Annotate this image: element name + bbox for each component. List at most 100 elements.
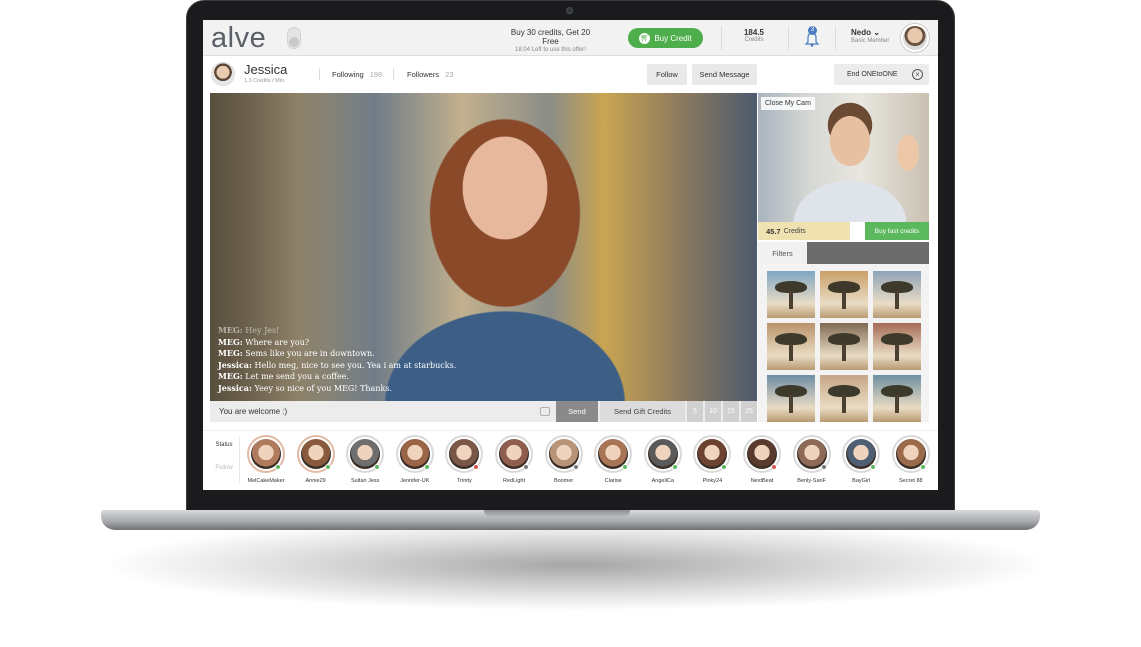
main-video-feed: MEG: Hey Jes! MEG: Where are you? MEG: Sem… [210,93,757,401]
gift-amount-15[interactable]: 15 [723,401,739,422]
toggle-icon[interactable] [287,27,301,49]
profile-card[interactable]: Boomer [539,435,589,490]
notifications-button[interactable]: 3 [805,26,819,47]
profile-card-name: Boomer [553,478,574,484]
chat-sender: MEG: [218,336,243,347]
buy-fast-credits-button[interactable]: Buy fast credits [865,222,929,240]
camera-icon[interactable] [540,407,550,416]
chat-message: MEG: Hey Jes! [218,325,478,337]
profile-card[interactable]: NextBeat [737,435,787,490]
gift-amount-25[interactable]: 25 [741,401,757,422]
profile-bar: Jessica 1.3 Credits / Min. Following 198 … [203,56,938,92]
profile-card[interactable]: Annie29 [291,435,341,490]
profile-card-name: Benly-SanF [797,478,826,484]
chat-sender: Jessica: [218,359,252,370]
buy-credit-button[interactable]: 🛒︎ Buy Credit [628,28,703,48]
profile-card[interactable]: MelCakeMaker [241,435,291,490]
user-menu[interactable]: Nedo ⌄ Basic Member [851,28,889,44]
filter-thumbnail[interactable] [820,323,868,370]
profile-avatar[interactable] [211,62,235,86]
divider [239,437,240,483]
tab-filters[interactable]: Filters [758,242,807,264]
app-screen: alve Buy 30 credits, Get 20 Free 18:04 L… [203,20,938,490]
divider [393,68,394,80]
profile-card[interactable]: Pinky24 [687,435,737,490]
laptop-notch [484,510,630,517]
profile-card[interactable]: AngeliCa [638,435,688,490]
app-logo[interactable]: alve [211,22,266,55]
profile-card-name: RedLight [502,478,526,484]
filter-thumbnail[interactable] [820,375,868,422]
filters-tab-bar [807,242,929,264]
tab-follow[interactable]: Follow [210,465,238,471]
profile-card[interactable]: Clarise [588,435,638,490]
chat-text: Hey Jes! [242,326,280,335]
profile-card-name: Clarise [604,478,622,484]
profile-card-name: AngeliCa [651,478,674,484]
send-message-button[interactable]: Send Message [692,64,757,85]
profile-card-name: Pinky24 [702,478,723,484]
status-dot [870,464,877,470]
filter-thumbnail[interactable] [767,323,815,370]
tree-trunk [895,395,899,413]
tree-trunk [789,395,793,413]
close-my-cam-button[interactable]: Close My Cam [761,97,815,110]
filter-thumbnail[interactable] [873,323,921,370]
offer-title: Buy 30 credits, Get 20 Free [510,28,591,46]
end-one-to-one-label: End ONEtoONE [847,71,898,78]
divider [788,26,789,50]
profile-card[interactable]: RedLight [489,435,539,490]
chat-message: MEG: Where are you? [218,337,478,349]
filter-thumbnail[interactable] [767,271,815,318]
filter-thumbnail[interactable] [873,271,921,318]
profile-card-name: BayGirl [852,478,871,484]
profile-rate: 1.3 Credits / Min. [244,78,286,84]
send-gift-credits-button[interactable]: Send Gift Credits [600,401,685,422]
chat-text: Where are you? [242,337,310,347]
my-credits: 45.7 Credits [758,222,850,240]
credit-balance-label: Credits [744,37,764,43]
profile-card[interactable]: Sultan Jess [340,435,390,490]
status-dot [919,464,926,470]
user-avatar[interactable] [901,24,929,52]
status-dot [423,464,430,470]
webcam-dot [566,7,573,14]
profile-card[interactable]: Benly-SanF [787,435,837,490]
profile-name[interactable]: Jessica [244,62,287,77]
following-stat[interactable]: Following 198 [332,70,382,79]
tree-trunk [842,291,846,309]
chevron-down-icon: ⌄ [873,28,880,37]
followers-stat[interactable]: Followers 23 [407,70,453,79]
status-dot [523,464,529,470]
credit-offer[interactable]: Buy 30 credits, Get 20 Free 18:04 Left t… [503,28,598,53]
chat-log: MEG: Hey Jes! MEG: Where are you? MEG: Sem… [218,325,478,394]
my-credits-bar: 45.7 Credits Buy fast credits [758,222,929,240]
close-icon[interactable]: × [912,69,923,80]
gift-amount-10[interactable]: 10 [705,401,721,422]
profile-card-name: NextBeat [750,478,774,484]
profile-card[interactable]: BayGirl [836,435,886,490]
divider [319,68,320,80]
tab-status[interactable]: Status [210,442,238,448]
credit-balance: 184.5 Credits [736,28,772,43]
chat-text: Hello meg, nice to see you. Yea i am at … [251,360,457,370]
message-input[interactable] [210,401,555,422]
profile-card-name: Trinity [457,478,472,484]
filter-thumbnail[interactable] [873,375,921,422]
buy-credit-label: Buy Credit [654,33,692,43]
chat-message: Jessica: Yeey so nice of you MEG! Thanks… [218,383,478,395]
end-one-to-one-button[interactable]: End ONEtoONE × [834,64,929,85]
profile-card[interactable]: Secret 88 [886,435,936,490]
filter-thumbnail[interactable] [767,375,815,422]
tree-trunk [789,291,793,309]
gift-amount-5[interactable]: 5 [687,401,703,422]
profile-card-name: Secret 88 [899,478,923,484]
filter-thumbnail[interactable] [820,271,868,318]
status-dot [374,464,381,470]
chat-sender: Jessica: [218,382,252,393]
profile-card[interactable]: Jennifer-UK [390,435,440,490]
chat-message: MEG: Let me send you a coffee. [218,371,478,383]
send-button[interactable]: Send [556,401,598,422]
profile-card[interactable]: Trinity [439,435,489,490]
follow-button[interactable]: Follow [647,64,687,85]
